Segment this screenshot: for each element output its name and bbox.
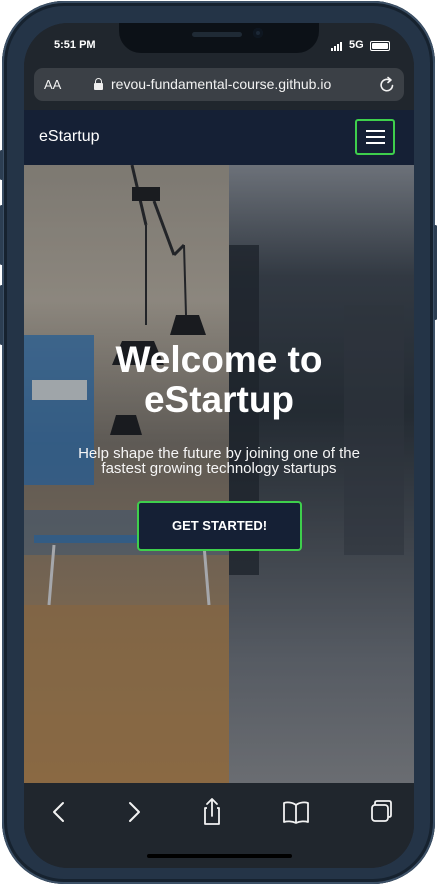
status-time: 5:51 PM [54,39,96,51]
address-bar[interactable]: AA revou-fundamental-course.github.io [34,68,404,101]
battery-icon [370,41,390,51]
navbar: eStartup [24,110,414,165]
bookmarks-icon[interactable] [276,797,316,827]
forward-icon[interactable] [114,797,154,827]
notch [119,23,319,53]
hero-title: Welcome to eStartup [24,340,414,420]
get-started-button[interactable]: GET STARTED! [137,501,302,551]
signal-icon [331,42,342,51]
screen: 5:51 PM 5G AA revou-fundamental-course.g… [24,23,414,868]
network-label: 5G [349,39,364,51]
home-indicator[interactable] [147,854,292,858]
text-size-button[interactable]: AA [44,77,61,92]
hero-title-line-2: eStartup [143,379,295,420]
tabs-icon[interactable] [359,797,399,827]
brand-logo[interactable]: eStartup [39,128,99,146]
hero-subtitle: Help shape the future by joining one of … [44,446,394,476]
hamburger-menu-icon[interactable] [355,119,395,155]
back-icon[interactable] [39,797,79,827]
url-text[interactable]: revou-fundamental-course.github.io [111,76,331,92]
speaker [192,32,242,37]
website-viewport: eStartup Welcome to eStartup Help shape … [24,110,414,783]
front-camera [253,28,263,38]
hero-subtitle-line-2: fastest growing technology startups [101,460,337,477]
hero-subtitle-line-1: Help shape the future by joining one of … [78,445,360,462]
volume-down-button [0,285,3,345]
lock-icon [94,78,103,90]
volume-up-button [0,205,3,265]
hero-title-line-1: Welcome to [115,339,323,380]
hero-section: Welcome to eStartup Help shape the futur… [24,165,414,783]
reload-icon[interactable] [377,75,397,95]
share-icon[interactable] [192,797,232,827]
mute-switch [0,150,3,180]
